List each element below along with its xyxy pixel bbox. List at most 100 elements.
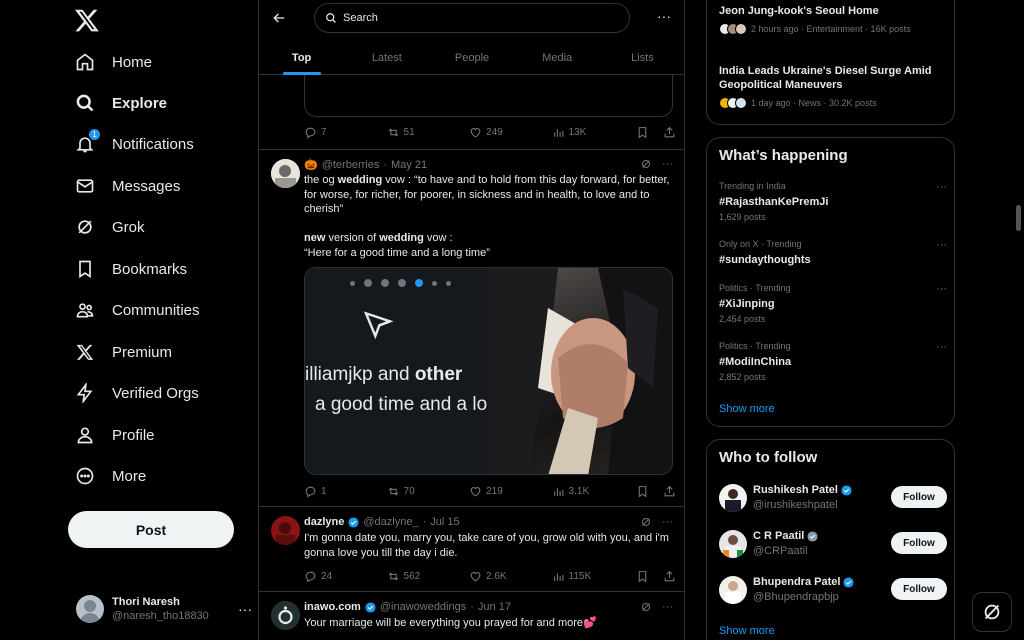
repost-button[interactable]: 562 bbox=[387, 570, 470, 583]
avatar[interactable] bbox=[271, 516, 300, 545]
tweet[interactable]: dazlyne @dazlyne_ · Jul 15 ··· I'm gonna… bbox=[259, 506, 684, 591]
grok-icon[interactable] bbox=[640, 601, 652, 613]
share-icon[interactable] bbox=[663, 485, 676, 498]
tab-top[interactable]: Top bbox=[259, 40, 344, 75]
scrollbar-thumb[interactable] bbox=[1016, 205, 1021, 231]
follow-button[interactable]: Follow bbox=[891, 578, 947, 600]
tab-people[interactable]: People bbox=[429, 40, 514, 75]
share-icon[interactable] bbox=[663, 126, 676, 139]
account-more-icon[interactable]: ··· bbox=[238, 601, 252, 617]
tab-media[interactable]: Media bbox=[515, 40, 600, 75]
heart-icon bbox=[470, 571, 481, 581]
trend-item[interactable]: Only on X · Trending #sundaythoughts ··· bbox=[719, 239, 947, 266]
suggestion-name: Bhupendra Patel bbox=[753, 576, 841, 588]
nav-home[interactable]: Home bbox=[74, 47, 152, 77]
repost-button[interactable]: 51 bbox=[387, 126, 470, 139]
search-input[interactable] bbox=[343, 12, 603, 24]
tweet-date[interactable]: Jun 17 bbox=[478, 601, 511, 613]
tweet-media[interactable]: illiamjkp and other a good time and a lo bbox=[304, 267, 673, 475]
news-item[interactable]: Jeon Jung-kook's Seoul Home 2 hours ago … bbox=[719, 4, 949, 35]
follow-button[interactable]: Follow bbox=[891, 532, 947, 554]
tweet-more-icon[interactable]: ··· bbox=[662, 158, 673, 170]
bookmark-icon[interactable] bbox=[636, 126, 649, 139]
like-button[interactable]: 219 bbox=[469, 485, 552, 498]
tweet-handle[interactable]: @dazlyne_ bbox=[363, 516, 418, 528]
search-more-icon[interactable]: ··· bbox=[657, 8, 671, 24]
views-button[interactable]: 3.1K bbox=[552, 485, 636, 498]
search-box[interactable] bbox=[314, 3, 630, 33]
show-more-link[interactable]: Show more bbox=[719, 403, 775, 415]
x-logo-icon[interactable] bbox=[74, 7, 100, 33]
nav-profile[interactable]: Profile bbox=[74, 420, 155, 450]
nav-explore[interactable]: Explore bbox=[74, 88, 167, 118]
tweet-more-icon[interactable]: ··· bbox=[662, 601, 673, 613]
bookmark-icon[interactable] bbox=[636, 570, 649, 583]
nav-more[interactable]: More bbox=[74, 461, 146, 491]
account-handle: @naresh_tho18830 bbox=[112, 610, 209, 622]
back-arrow-icon[interactable] bbox=[271, 10, 287, 26]
repost-icon bbox=[388, 486, 398, 496]
tweet-media[interactable] bbox=[304, 75, 673, 117]
search-results-column: ··· Top Latest People Media Lists 7 51 2… bbox=[258, 0, 685, 640]
avatar[interactable] bbox=[271, 159, 300, 188]
nav-communities[interactable]: Communities bbox=[74, 295, 200, 325]
avatar[interactable] bbox=[719, 530, 747, 558]
views-button[interactable]: 13K bbox=[552, 126, 636, 139]
tab-lists[interactable]: Lists bbox=[600, 40, 684, 75]
bookmark-icon[interactable] bbox=[636, 485, 649, 498]
tweet-date[interactable]: May 21 bbox=[391, 159, 427, 171]
like-button[interactable]: 249 bbox=[469, 126, 552, 139]
tweet-more-icon[interactable]: ··· bbox=[662, 516, 673, 528]
account-switcher[interactable]: Thori Naresh @naresh_tho18830 ··· bbox=[76, 593, 252, 625]
follow-suggestion[interactable]: C R Paatil @CRPaatil Follow bbox=[719, 526, 947, 562]
avatar[interactable] bbox=[719, 576, 747, 604]
trend-item[interactable]: Politics · Trending #ModiInChina 2,852 p… bbox=[719, 341, 947, 382]
tweet-author-name[interactable]: inawo.com bbox=[304, 601, 361, 613]
avatar[interactable] bbox=[719, 484, 747, 512]
post-button[interactable]: Post bbox=[68, 511, 234, 548]
views-count: 115K bbox=[568, 570, 592, 582]
nav-notifications[interactable]: 1 Notifications bbox=[74, 129, 194, 159]
tweet-author-name[interactable]: dazlyne bbox=[304, 516, 344, 528]
nav-home-label: Home bbox=[112, 53, 153, 71]
suggestion-handle: @Bhupendrapbjp bbox=[753, 591, 839, 603]
reply-button[interactable]: 1 bbox=[304, 485, 387, 498]
trend-more-icon[interactable]: ··· bbox=[936, 239, 947, 251]
views-button[interactable]: 115K bbox=[552, 570, 636, 583]
tweet-handle[interactable]: @inawoweddings bbox=[380, 601, 466, 613]
tweet[interactable]: inawo.com @inawoweddings · Jun 17 ··· Yo… bbox=[259, 591, 684, 640]
like-button[interactable]: 2.6K bbox=[469, 570, 552, 583]
tweet[interactable]: 🎃 @terberries · May 21 ··· the og weddin… bbox=[259, 149, 684, 506]
reply-button[interactable]: 24 bbox=[304, 570, 387, 583]
tweet-date[interactable]: Jul 15 bbox=[430, 516, 459, 528]
follow-suggestion[interactable]: Bhupendra Patel @Bhupendrapbjp Follow bbox=[719, 572, 947, 608]
tab-latest[interactable]: Latest bbox=[344, 40, 429, 75]
grok-floating-button[interactable] bbox=[972, 592, 1012, 632]
nav-verified-orgs[interactable]: Verified Orgs bbox=[74, 378, 199, 408]
follow-button[interactable]: Follow bbox=[891, 486, 947, 508]
tweet-handle[interactable]: @terberries bbox=[322, 159, 380, 171]
follow-suggestion[interactable]: Rushikesh Patel @irushikeshpatel Follow bbox=[719, 480, 947, 516]
tweet-text: the og wedding vow : “to have and to hol… bbox=[304, 174, 670, 259]
trend-more-icon[interactable]: ··· bbox=[936, 181, 947, 193]
search-icon bbox=[326, 13, 336, 23]
trend-more-icon[interactable]: ··· bbox=[936, 341, 947, 353]
trend-item[interactable]: Trending in India #RajasthanKePremJi 1,6… bbox=[719, 181, 947, 222]
grok-icon[interactable] bbox=[640, 158, 652, 170]
nav-premium[interactable]: Premium bbox=[74, 337, 172, 367]
trend-more-icon[interactable]: ··· bbox=[936, 283, 947, 295]
grok-icon[interactable] bbox=[640, 516, 652, 528]
nav-messages[interactable]: Messages bbox=[74, 171, 180, 201]
suggestion-handle: @irushikeshpatel bbox=[753, 499, 838, 511]
avatar[interactable] bbox=[271, 601, 300, 630]
share-icon[interactable] bbox=[663, 570, 676, 583]
views-icon bbox=[553, 128, 563, 137]
reply-button[interactable]: 7 bbox=[304, 126, 387, 139]
nav-bookmarks[interactable]: Bookmarks bbox=[74, 254, 187, 284]
search-header: ··· Top Latest People Media Lists bbox=[259, 0, 684, 75]
nav-grok[interactable]: Grok bbox=[74, 212, 145, 242]
news-item[interactable]: India Leads Ukraine's Diesel Surge Amid … bbox=[719, 64, 949, 109]
repost-button[interactable]: 70 bbox=[387, 485, 470, 498]
show-more-link[interactable]: Show more bbox=[719, 625, 775, 637]
trend-item[interactable]: Politics · Trending #XiJinping 2,454 pos… bbox=[719, 283, 947, 324]
